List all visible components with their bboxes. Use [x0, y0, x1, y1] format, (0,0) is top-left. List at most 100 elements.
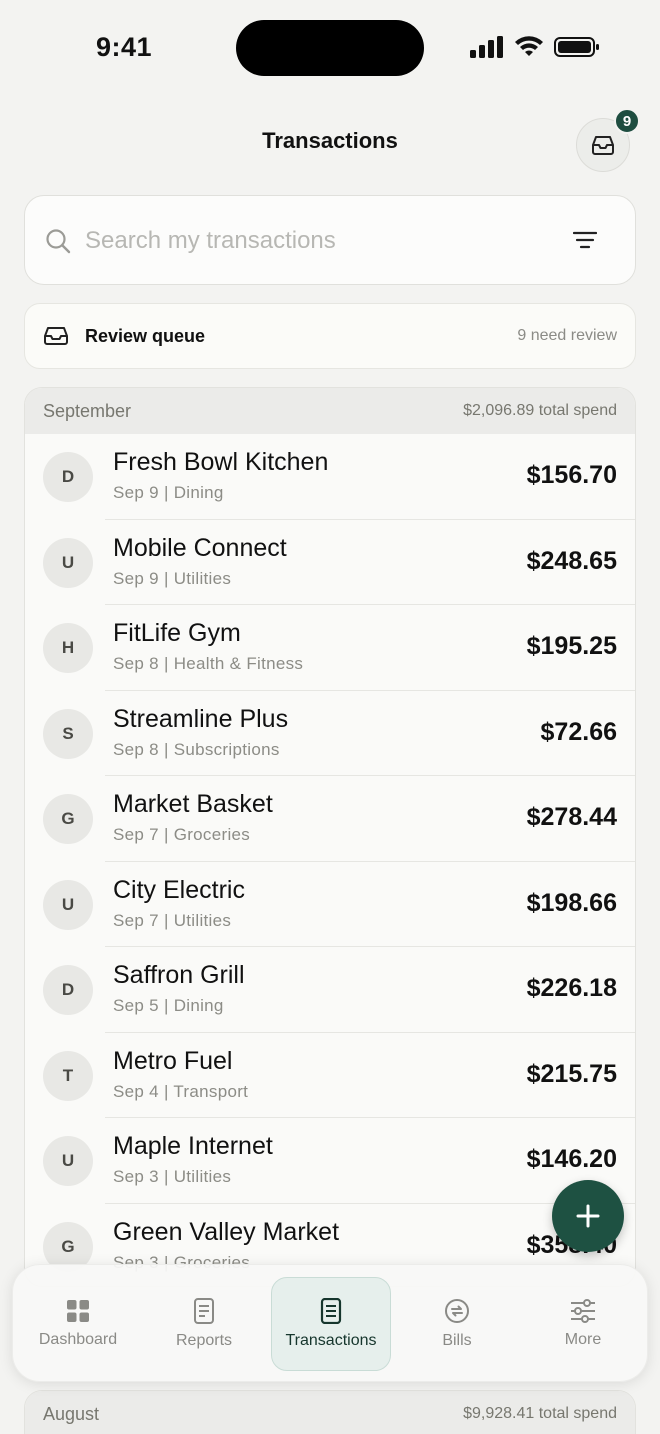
transaction-body: Streamline Plus Sep 8 | Subscriptions $72.… — [105, 691, 635, 776]
transaction-amount: $198.66 — [526, 888, 617, 917]
page-title: Transactions — [262, 128, 398, 153]
category-avatar: G — [43, 794, 93, 844]
plus-icon — [576, 1204, 600, 1228]
transaction-amount: $195.25 — [526, 632, 617, 660]
month-label: September — [43, 400, 132, 421]
transaction-amount: $72.66 — [540, 717, 617, 746]
merchant-name: Fresh Bowl Kitchen — [113, 448, 329, 476]
review-queue-card[interactable]: Review queue 9 need review — [24, 303, 636, 369]
refresh-icon — [445, 1299, 469, 1323]
transaction-body: Market Basket Sep 7 | Groceries $278.44 — [105, 776, 635, 862]
category-avatar: D — [43, 452, 93, 502]
category-avatar: U — [43, 879, 93, 930]
transaction-meta: Sep 9 | Utilities — [113, 568, 232, 588]
tab-label: More — [564, 1331, 602, 1348]
transaction-meta: Sep 4 | Transport — [113, 1081, 249, 1101]
merchant-name: Maple Internet — [113, 1132, 273, 1160]
tab-bills[interactable]: Bills — [397, 1277, 517, 1371]
category-avatar: D — [43, 965, 93, 1015]
transaction-meta: Sep 3 | Utilities — [113, 1167, 232, 1186]
transaction-meta: Sep 7 | Utilities — [113, 910, 232, 930]
month-total: $9,928.41 total spend — [463, 1405, 617, 1422]
category-avatar: U — [43, 1136, 93, 1186]
transaction-row[interactable]: G Market Basket Sep 7 | Groceries $278.44 — [25, 776, 635, 862]
month-group-august: August $9,928.41 total spend — [24, 1390, 636, 1434]
category-avatar: S — [43, 708, 93, 759]
month-label: August — [43, 1403, 100, 1424]
sliders-icon — [571, 1299, 595, 1323]
inbox-icon — [43, 326, 71, 346]
status-icons — [470, 36, 600, 58]
transaction-body: Saffron Grill Sep 5 | Dining $226.18 — [105, 947, 635, 1033]
search-input[interactable] — [85, 222, 545, 260]
merchant-name: City Electric — [113, 875, 245, 904]
battery-icon — [554, 37, 599, 57]
transaction-row[interactable]: U Maple Internet Sep 3 | Utilities $146.20 — [25, 1118, 635, 1204]
transaction-row[interactable]: T Metro Fuel Sep 4 | Transport $215.75 — [25, 1033, 635, 1118]
tab-label: Reports — [175, 1332, 233, 1349]
month-total: $2,096.89 total spend — [463, 402, 617, 419]
transaction-body: Mobile Connect Sep 9 | Utilities $248.65 — [105, 520, 635, 605]
filter-icon[interactable] — [573, 231, 597, 249]
transaction-body: City Electric Sep 7 | Utilities $198.66 — [105, 862, 635, 947]
merchant-name: Green Valley Market — [113, 1217, 340, 1246]
month-header: August $9,928.41 total spend — [25, 1391, 635, 1434]
transaction-body: Maple Internet Sep 3 | Utilities $146.20 — [105, 1118, 635, 1204]
transaction-row[interactable]: U Mobile Connect Sep 9 | Utilities $248.65 — [25, 520, 635, 605]
inbox-badge: 9 — [614, 108, 640, 134]
search-bar — [24, 195, 636, 285]
review-queue-count: 9 need review — [517, 327, 617, 344]
review-queue-label: Review queue — [85, 325, 206, 346]
merchant-name: FitLife Gym — [113, 619, 241, 647]
wifi-icon — [515, 36, 543, 56]
transaction-meta: Sep 7 | Groceries — [113, 825, 251, 844]
transaction-row[interactable]: S Streamline Plus Sep 8 | Subscriptions $72… — [25, 691, 635, 776]
transaction-amount: $215.75 — [526, 1059, 617, 1088]
transaction-amount: $278.44 — [526, 803, 617, 831]
category-avatar: H — [43, 623, 93, 673]
transaction-amount: $156.70 — [526, 461, 617, 489]
tab-more[interactable]: More — [523, 1277, 643, 1371]
merchant-name: Saffron Grill — [113, 961, 245, 989]
tab-reports[interactable]: Reports — [144, 1277, 264, 1371]
transaction-meta: Sep 5 | Dining — [113, 996, 224, 1015]
inbox-icon — [592, 136, 614, 155]
transaction-meta: Sep 8 | Health & Fitness — [113, 654, 304, 673]
status-bar: 9:41 — [0, 0, 660, 96]
category-avatar: U — [43, 537, 93, 588]
transaction-amount: $146.20 — [526, 1145, 617, 1173]
transaction-amount: $248.65 — [526, 546, 617, 575]
tab-bar: Dashboard Reports Transactions Bills Mor… — [12, 1264, 648, 1382]
transaction-body: FitLife Gym Sep 8 | Health & Fitness $195.… — [105, 605, 635, 691]
month-header: September $2,096.89 total spend — [25, 388, 635, 434]
search-icon — [46, 229, 71, 254]
signal-icon — [470, 36, 503, 58]
transaction-meta: Sep 9 | Dining — [113, 483, 224, 502]
tab-label: Bills — [442, 1332, 472, 1349]
month-group-september: September $2,096.89 total spend D Fresh B… — [24, 387, 636, 1287]
add-transaction-button[interactable] — [552, 1180, 624, 1252]
merchant-name: Mobile Connect — [113, 533, 287, 562]
transaction-amount: $226.18 — [526, 974, 617, 1002]
transaction-row[interactable]: U City Electric Sep 7 | Utilities $198.66 — [25, 862, 635, 947]
tab-dashboard[interactable]: Dashboard — [18, 1277, 138, 1371]
status-time: 9:41 — [96, 32, 153, 62]
transaction-body: Metro Fuel Sep 4 | Transport $215.75 — [105, 1033, 635, 1118]
transaction-meta: Sep 8 | Subscriptions — [113, 739, 280, 759]
transaction-list: D Fresh Bowl Kitchen Sep 9 | Dining $156.70… — [25, 434, 635, 1286]
transaction-row[interactable]: H FitLife Gym Sep 8 | Health & Fitness $195… — [25, 605, 635, 691]
dynamic-island — [236, 20, 424, 76]
list-icon — [320, 1298, 342, 1324]
tab-transactions[interactable]: Transactions — [271, 1277, 391, 1371]
tab-label: Dashboard — [38, 1331, 118, 1348]
transaction-row[interactable]: D Saffron Grill Sep 5 | Dining $226.18 — [25, 947, 635, 1033]
tab-label: Transactions — [285, 1332, 377, 1349]
merchant-name: Streamline Plus — [113, 704, 289, 733]
grid-icon — [67, 1300, 89, 1322]
transaction-row[interactable]: D Fresh Bowl Kitchen Sep 9 | Dining $156.70 — [25, 434, 635, 520]
document-icon — [194, 1298, 214, 1324]
merchant-name: Metro Fuel — [113, 1046, 233, 1075]
transaction-body: Fresh Bowl Kitchen Sep 9 | Dining $156.70 — [105, 434, 635, 520]
category-avatar: T — [43, 1050, 93, 1101]
merchant-name: Market Basket — [113, 790, 273, 818]
